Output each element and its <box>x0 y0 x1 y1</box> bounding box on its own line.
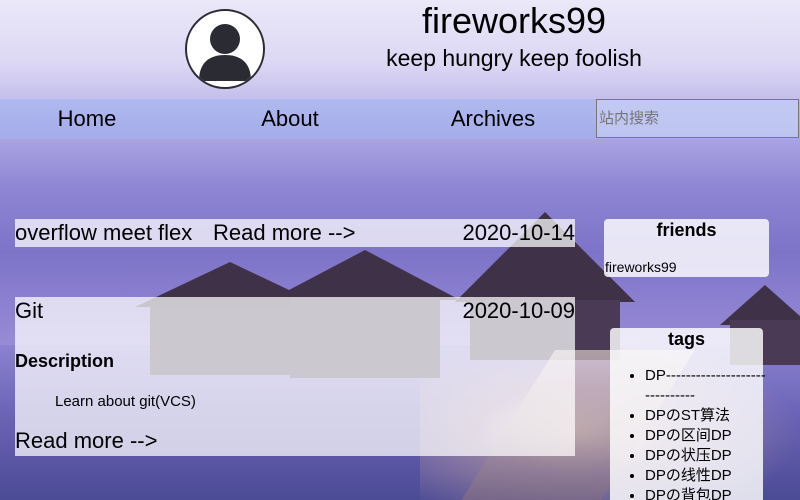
nav-about-link[interactable]: About <box>190 99 390 139</box>
nav-home-link[interactable]: Home <box>0 99 187 139</box>
tag-link[interactable]: DPの状压DP <box>645 447 732 464</box>
read-more-link[interactable]: Read more --> <box>213 219 355 247</box>
friends-widget: friends fireworks99 <box>604 219 769 277</box>
main-nav: Home About Archives <box>0 99 800 139</box>
tag-item: DPの区间DP <box>645 426 769 446</box>
tags-heading: tags <box>667 329 705 349</box>
tag-item: DP------------------------------ <box>645 366 769 406</box>
site-header: fireworks99 keep hungry keep foolish <box>0 0 800 100</box>
tag-link[interactable]: DPの线性DP <box>645 467 732 484</box>
tag-link[interactable]: DPの背包DP <box>645 487 732 500</box>
tag-list: DP------------------------------ DPのST算法… <box>645 366 769 500</box>
tag-item: DPの线性DP <box>645 466 769 486</box>
user-avatar-icon <box>199 24 251 81</box>
post-card: overflow meet flex Read more --> 2020-10… <box>15 219 575 247</box>
post-date: 2020-10-09 <box>462 298 575 323</box>
friends-heading: friends <box>656 220 717 240</box>
friend-link[interactable]: fireworks99 <box>605 259 677 275</box>
read-more-link[interactable]: Read more --> <box>15 427 157 455</box>
tag-item: DPの背包DP <box>645 486 769 500</box>
tag-item: DPの状压DP <box>645 446 769 466</box>
post-title-link[interactable]: Git <box>15 297 43 325</box>
post-card: Git 2020-10-09 Description Learn about g… <box>15 297 575 456</box>
tag-link[interactable]: DPのST算法 <box>645 407 730 424</box>
post-date: 2020-10-14 <box>462 220 575 245</box>
post-title-link[interactable]: overflow meet flex <box>15 219 192 247</box>
description-heading: Description <box>15 351 115 371</box>
site-search-input[interactable] <box>596 99 799 138</box>
tag-link[interactable]: DPの区间DP <box>645 427 732 444</box>
post-description: Learn about git(VCS) <box>55 393 196 410</box>
tags-widget: tags DP------------------------------ DP… <box>610 328 766 500</box>
site-subtitle: keep hungry keep foolish <box>386 45 642 71</box>
tag-item: DPのST算法 <box>645 406 769 426</box>
nav-archives-link[interactable]: Archives <box>393 99 593 139</box>
avatar <box>185 9 265 89</box>
site-title: fireworks99 <box>421 0 607 41</box>
tag-link[interactable]: DP------------------------------ <box>645 367 766 404</box>
